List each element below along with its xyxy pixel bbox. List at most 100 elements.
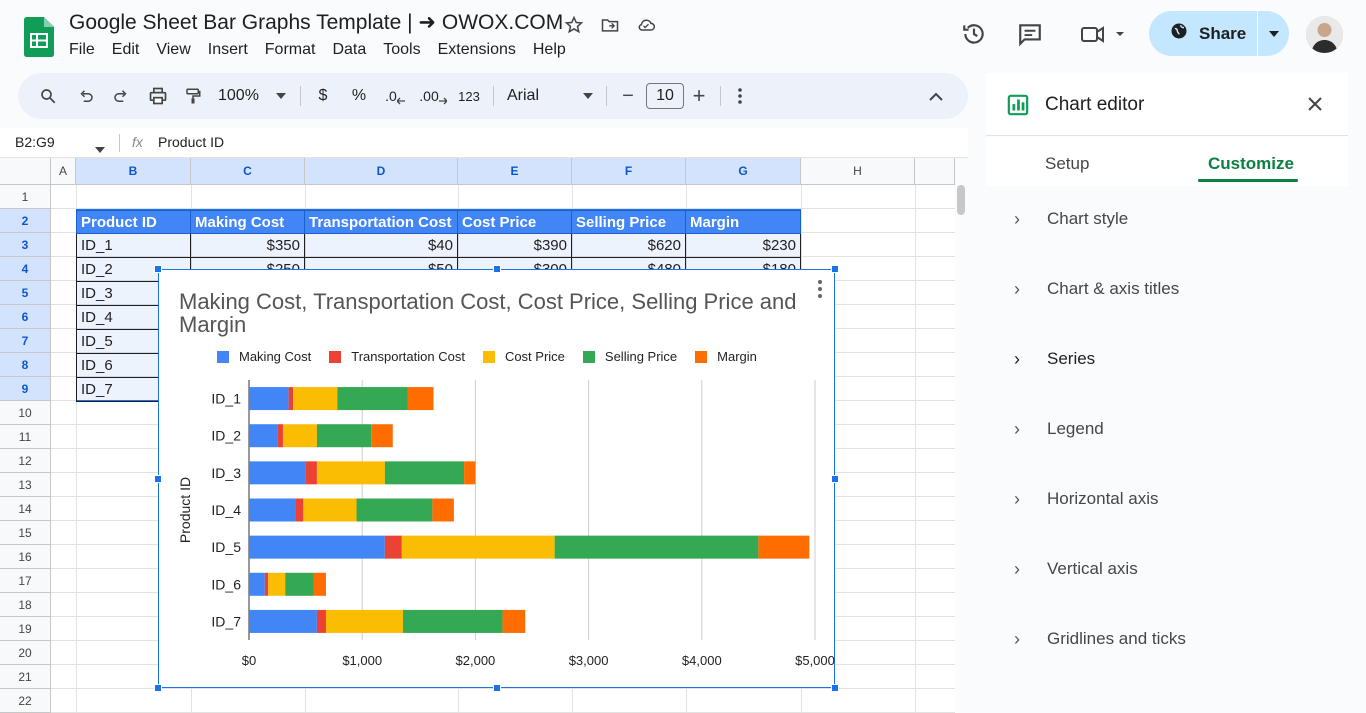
- column-header-g[interactable]: G: [686, 158, 801, 185]
- sheets-logo-icon[interactable]: [24, 17, 54, 57]
- resize-handle[interactable]: [493, 265, 501, 273]
- bar-segment[interactable]: [303, 498, 357, 522]
- column-header-d[interactable]: D: [305, 158, 458, 185]
- bar-segment[interactable]: [502, 609, 526, 633]
- bar-segment[interactable]: [249, 572, 265, 596]
- font-size-field[interactable]: 10: [645, 73, 685, 119]
- section-series[interactable]: › Series: [986, 324, 1348, 394]
- move-folder-icon[interactable]: [599, 14, 621, 36]
- resize-handle[interactable]: [154, 684, 162, 692]
- row-header[interactable]: 7: [0, 329, 51, 353]
- more-options-icon[interactable]: [730, 73, 750, 119]
- menu-data[interactable]: Data: [332, 41, 366, 59]
- column-header-a[interactable]: A: [51, 158, 76, 185]
- bar-segment[interactable]: [285, 572, 314, 596]
- table-header-cell[interactable]: Margin: [685, 210, 801, 234]
- vertical-scrollbar[interactable]: [957, 185, 965, 215]
- table-cell[interactable]: ID_6: [76, 354, 159, 378]
- table-header-cell[interactable]: Transportation Cost: [304, 210, 458, 234]
- row-header[interactable]: 11: [0, 425, 51, 449]
- section-legend[interactable]: › Legend: [986, 394, 1348, 464]
- menu-help[interactable]: Help: [533, 41, 566, 59]
- section-horizontal-axis[interactable]: › Horizontal axis: [986, 464, 1348, 534]
- row-header[interactable]: 13: [0, 473, 51, 497]
- table-cell[interactable]: ID_1: [76, 234, 191, 258]
- formula-input[interactable]: Product ID: [158, 134, 224, 150]
- table-header-cell[interactable]: Making Cost: [190, 210, 305, 234]
- menu-insert[interactable]: Insert: [208, 41, 248, 59]
- bar-segment[interactable]: [305, 461, 317, 485]
- document-title[interactable]: Google Sheet Bar Graphs Template | ➜ OWO…: [69, 10, 563, 35]
- bar-segment[interactable]: [316, 461, 385, 485]
- table-cell[interactable]: $230: [685, 234, 801, 258]
- resize-handle[interactable]: [154, 265, 162, 273]
- bar-segment[interactable]: [758, 535, 810, 559]
- section-chart-axis-titles[interactable]: › Chart & axis titles: [986, 254, 1348, 324]
- bar-segment[interactable]: [316, 609, 326, 633]
- share-dropdown-icon[interactable]: [1258, 11, 1289, 56]
- font-chevron-icon[interactable]: [581, 73, 595, 119]
- menu-extensions[interactable]: Extensions: [438, 41, 516, 59]
- decrease-decimal-button[interactable]: .0: [382, 73, 408, 119]
- column-header-e[interactable]: E: [458, 158, 572, 185]
- bar-segment[interactable]: [288, 387, 294, 411]
- bar-segment[interactable]: [264, 572, 269, 596]
- table-header-cell[interactable]: Selling Price: [571, 210, 686, 234]
- print-icon[interactable]: [145, 73, 171, 119]
- column-header-b[interactable]: B: [76, 158, 191, 185]
- table-cell[interactable]: $40: [304, 234, 458, 258]
- row-header[interactable]: 22: [0, 689, 51, 713]
- undo-icon[interactable]: [74, 73, 98, 119]
- name-box[interactable]: B2:G9: [15, 134, 55, 150]
- bar-segment[interactable]: [554, 535, 759, 559]
- bar-segment[interactable]: [402, 609, 503, 633]
- row-header[interactable]: 10: [0, 401, 51, 425]
- version-history-icon[interactable]: [960, 20, 988, 48]
- embedded-chart[interactable]: Making Cost, Transportation Cost, Cost P…: [154, 265, 839, 692]
- bar-segment[interactable]: [249, 461, 306, 485]
- redo-icon[interactable]: [109, 73, 133, 119]
- section-gridlines-ticks[interactable]: › Gridlines and ticks: [986, 604, 1348, 674]
- row-header[interactable]: 12: [0, 449, 51, 473]
- share-button[interactable]: Share: [1149, 11, 1289, 56]
- cloud-saved-icon[interactable]: [635, 14, 657, 36]
- table-cell[interactable]: ID_4: [76, 306, 159, 330]
- select-all-corner[interactable]: [0, 158, 51, 185]
- bar-segment[interactable]: [277, 424, 283, 448]
- bar-segment[interactable]: [249, 424, 278, 448]
- currency-format-button[interactable]: $: [313, 73, 333, 119]
- row-header[interactable]: 19: [0, 617, 51, 641]
- bar-segment[interactable]: [316, 424, 372, 448]
- bar-segment[interactable]: [249, 498, 296, 522]
- tab-customize[interactable]: Customize: [1208, 154, 1294, 174]
- menu-file[interactable]: File: [69, 41, 95, 59]
- row-header[interactable]: 14: [0, 497, 51, 521]
- increase-decimal-button[interactable]: .00: [418, 73, 448, 119]
- bar-segment[interactable]: [295, 498, 304, 522]
- resize-handle[interactable]: [831, 475, 839, 483]
- row-header[interactable]: 20: [0, 641, 51, 665]
- table-header-cell[interactable]: Cost Price: [457, 210, 572, 234]
- table-cell[interactable]: ID_3: [76, 282, 159, 306]
- column-header-c[interactable]: C: [191, 158, 305, 185]
- row-header[interactable]: 18: [0, 593, 51, 617]
- table-cell[interactable]: $620: [571, 234, 686, 258]
- table-cell[interactable]: $350: [190, 234, 305, 258]
- row-header[interactable]: 1: [0, 185, 51, 209]
- row-header[interactable]: 21: [0, 665, 51, 689]
- row-header[interactable]: 3: [0, 233, 51, 257]
- resize-handle[interactable]: [154, 475, 162, 483]
- bar-segment[interactable]: [325, 609, 403, 633]
- decrease-font-size-button[interactable]: −: [618, 73, 638, 119]
- increase-font-size-button[interactable]: +: [689, 73, 709, 119]
- row-header[interactable]: 4: [0, 257, 51, 281]
- menu-tools[interactable]: Tools: [383, 41, 420, 59]
- bar-segment[interactable]: [313, 572, 326, 596]
- row-header[interactable]: 5: [0, 281, 51, 305]
- bar-segment[interactable]: [432, 498, 454, 522]
- table-cell[interactable]: ID_7: [76, 378, 159, 402]
- bar-segment[interactable]: [249, 535, 385, 559]
- row-header[interactable]: 9: [0, 377, 51, 401]
- bar-segment[interactable]: [371, 424, 393, 448]
- section-vertical-axis[interactable]: › Vertical axis: [986, 534, 1348, 604]
